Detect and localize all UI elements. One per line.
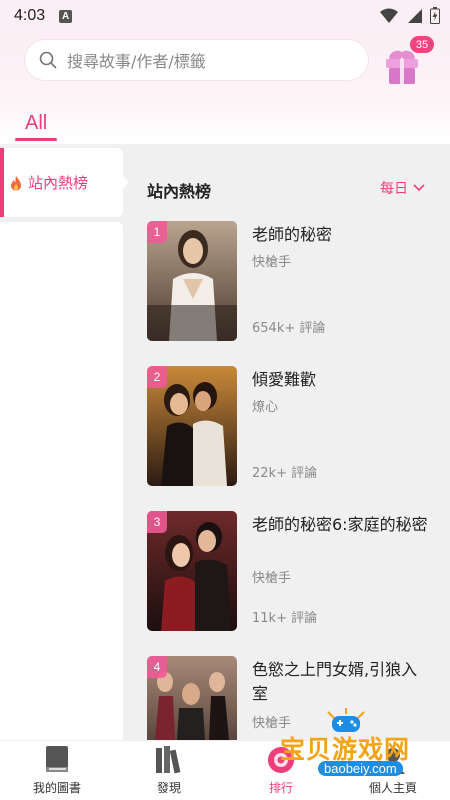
book-cover[interactable]: 3 [147, 511, 237, 631]
book-cover[interactable]: 4 [147, 656, 237, 740]
book-comments: 11k+ 評論 [252, 611, 318, 626]
ranking-title: 站內熱榜 [147, 182, 212, 201]
book-item[interactable]: 1 老師的秘密 快槍手 654k+ 評論 [147, 221, 437, 343]
wifi-icon [380, 8, 398, 23]
watermark-url: baobeiy.com [318, 761, 403, 776]
book-cover[interactable]: 2 [147, 366, 237, 486]
sidebar-item-hot-ranking[interactable]: 站內熱榜 [0, 148, 129, 217]
nav-label: 個人主頁 [368, 781, 417, 795]
nav-discover[interactable]: 發現 [124, 745, 214, 800]
search-placeholder: 搜尋故事/作者/標籤 [67, 52, 206, 71]
fire-icon [11, 175, 21, 190]
book-item[interactable]: 3 老師的秘密6:家庭的秘密 快槍手 11k+ 評論 [147, 511, 437, 633]
period-dropdown[interactable]: 每日 [380, 178, 425, 198]
book-author: 快槍手 [252, 571, 292, 586]
book-title: 色慾之上門女婿,引狼入室 [252, 660, 418, 703]
rank-badge: 4 [147, 656, 167, 678]
book-title: 傾愛難歡 [252, 370, 317, 389]
nav-label: 我的圖書 [32, 781, 81, 795]
book-title: 老師的秘密6:家庭的秘密 [252, 515, 428, 534]
book-item[interactable]: 2 傾愛難歡 燎心 22k+ 評論 [147, 366, 437, 488]
status-icons [380, 7, 440, 24]
watermark: 宝贝游戏网 baobeiy.com [270, 708, 430, 780]
rank-badge: 3 [147, 511, 167, 533]
rank-badge: 2 [147, 366, 167, 388]
search-input[interactable]: 搜尋故事/作者/標籤 [25, 40, 368, 80]
status-bar: 4:03 A [0, 0, 450, 32]
sidebar-item-label: 站內熱榜 [28, 174, 89, 192]
chevron-down-icon [413, 184, 425, 192]
header: 搜尋故事/作者/標籤 35 All [0, 32, 450, 144]
status-indicator-icon: A [59, 9, 73, 23]
ranking-list: 站內熱榜 每日 1 老師的秘密 快槍手 654k+ 評論 2 傾愛難歡 燎心 2… [135, 144, 450, 740]
tab-active-indicator [15, 138, 57, 141]
search-icon [39, 51, 57, 69]
book-author: 快槍手 [252, 255, 292, 270]
nav-my-books[interactable]: 我的圖書 [12, 745, 102, 800]
gift-button[interactable]: 35 [382, 36, 434, 86]
period-label: 每日 [380, 181, 408, 197]
books-icon [156, 746, 181, 774]
battery-icon [430, 7, 440, 24]
status-time: 4:03 [14, 7, 46, 24]
book-comments: 654k+ 評論 [252, 321, 326, 336]
book-author: 燎心 [252, 400, 279, 415]
cellular-icon [408, 8, 422, 23]
gift-badge: 35 [410, 36, 434, 53]
book-comments: 22k+ 評論 [252, 466, 318, 481]
rank-badge: 1 [147, 221, 167, 243]
nav-label: 排行 [268, 781, 293, 795]
tab-all[interactable]: All [25, 112, 47, 135]
bookshelf-icon [46, 746, 68, 772]
book-title: 老師的秘密 [252, 225, 333, 244]
book-cover[interactable]: 1 [147, 221, 237, 341]
sidebar-empty-area [0, 222, 123, 740]
category-sidebar: 站內熱榜 [0, 144, 135, 740]
nav-label: 發現 [156, 781, 181, 795]
